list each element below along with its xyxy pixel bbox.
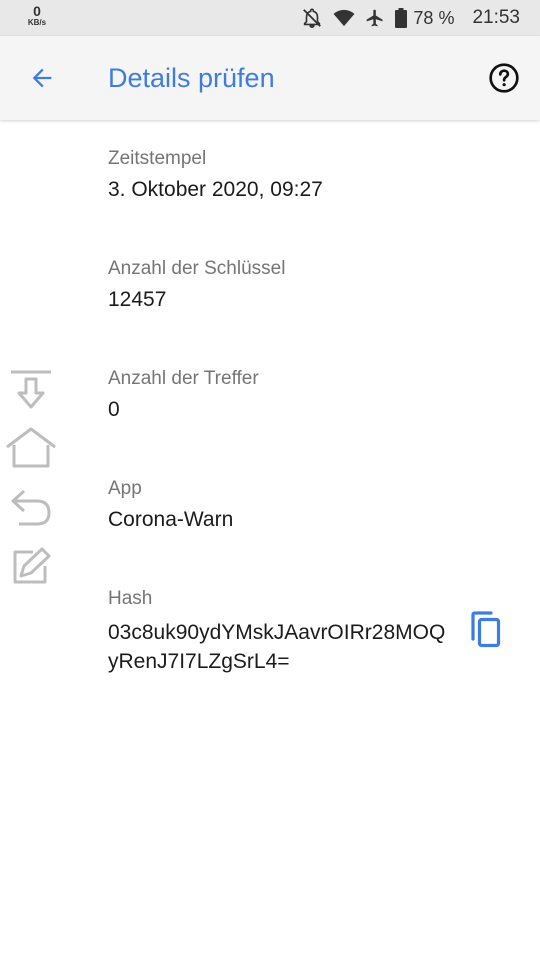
- back-button[interactable]: [20, 56, 64, 100]
- app-label: App: [108, 478, 142, 499]
- network-speed: 0 KB/s: [22, 4, 52, 27]
- match-count-value: 0: [108, 398, 120, 421]
- battery-level: 78 %: [413, 7, 455, 28]
- home-icon: [6, 427, 56, 468]
- key-count-value: 12457: [108, 288, 167, 311]
- help-button[interactable]: [486, 60, 522, 96]
- help-circle-icon: [489, 63, 519, 93]
- arrow-left-icon: [32, 68, 52, 88]
- notifications-off-icon: [301, 7, 323, 29]
- battery-icon: [395, 8, 408, 28]
- undo-icon: [11, 489, 51, 526]
- timestamp-value: 3. Oktober 2020, 09:27: [108, 178, 323, 201]
- clock: 21:53: [472, 7, 520, 28]
- hash-label: Hash: [108, 588, 153, 609]
- undo-button[interactable]: [4, 484, 58, 530]
- network-speed-unit: KB/s: [27, 18, 47, 27]
- match-count-label: Anzahl der Treffer: [108, 368, 259, 389]
- hash-value: 03c8uk90ydYMskJAavrOIRr28MOQyRenJ7I7LZgS…: [108, 621, 446, 673]
- app-value: Corona-Warn: [108, 508, 234, 531]
- network-speed-value: 0: [33, 3, 41, 19]
- status-bar: 0 KB/s 78 % 21:53: [0, 0, 540, 36]
- share-edit-icon: [13, 547, 51, 584]
- share-edit-button[interactable]: [4, 542, 58, 588]
- wifi-icon: [333, 8, 355, 28]
- home-button[interactable]: [4, 424, 58, 470]
- copy-icon: [471, 611, 501, 648]
- page-title: Details prüfen: [108, 63, 275, 93]
- airplane-mode-icon: [365, 8, 385, 28]
- timestamp-label: Zeitstempel: [108, 148, 207, 169]
- status-indicators: 78 % 21:53: [301, 0, 520, 36]
- download-icon: [11, 370, 51, 409]
- download-button[interactable]: [4, 366, 58, 412]
- key-count-label: Anzahl der Schlüssel: [108, 258, 286, 279]
- app-bar: Details prüfen: [0, 36, 540, 120]
- copy-hash-button[interactable]: [466, 610, 506, 650]
